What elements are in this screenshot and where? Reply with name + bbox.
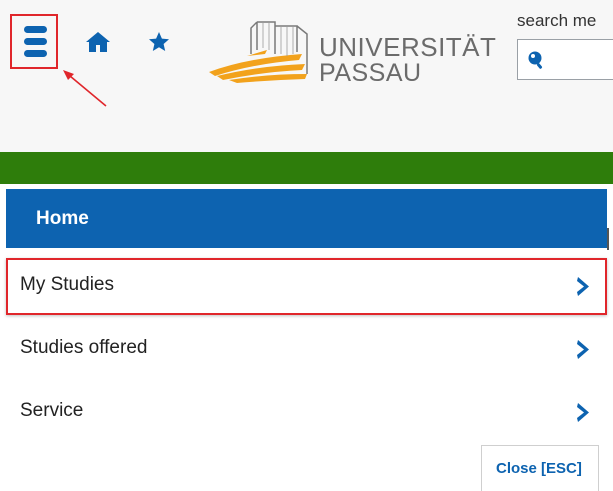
nav-item-studies-offered[interactable]: Studies offered	[6, 321, 607, 378]
nav-item-service[interactable]: Service	[6, 384, 607, 441]
star-icon[interactable]	[147, 30, 171, 54]
scroll-edge	[607, 228, 613, 250]
nav-item-home-label: Home	[36, 208, 89, 229]
nav-item-label: Service	[20, 400, 84, 421]
nav-item-label: Studies offered	[20, 337, 148, 358]
logo-text: UNIVERSITÄT PASSAU	[319, 34, 496, 86]
chevron-right-icon	[577, 277, 589, 296]
nav-item-my-studies[interactable]: My Studies	[6, 258, 607, 315]
logo-line-1: UNIVERSITÄT	[319, 32, 497, 62]
search-input[interactable]	[517, 39, 613, 80]
close-menu-button[interactable]: Close [ESC]	[481, 445, 599, 491]
search-label: search me	[517, 11, 597, 30]
annotation-arrow	[63, 70, 107, 107]
close-button-label: Close [ESC]	[496, 460, 582, 477]
nav-item-label: My Studies	[20, 274, 114, 295]
green-accent-bar	[0, 152, 613, 184]
logo-line-2: PASSAU	[319, 59, 422, 87]
home-icon[interactable]	[85, 31, 111, 53]
chevron-right-icon	[577, 340, 589, 359]
menu-button[interactable]	[10, 14, 58, 69]
chevron-right-icon	[577, 403, 589, 422]
search-icon	[528, 51, 543, 69]
nav-item-home[interactable]: Home	[6, 189, 607, 248]
